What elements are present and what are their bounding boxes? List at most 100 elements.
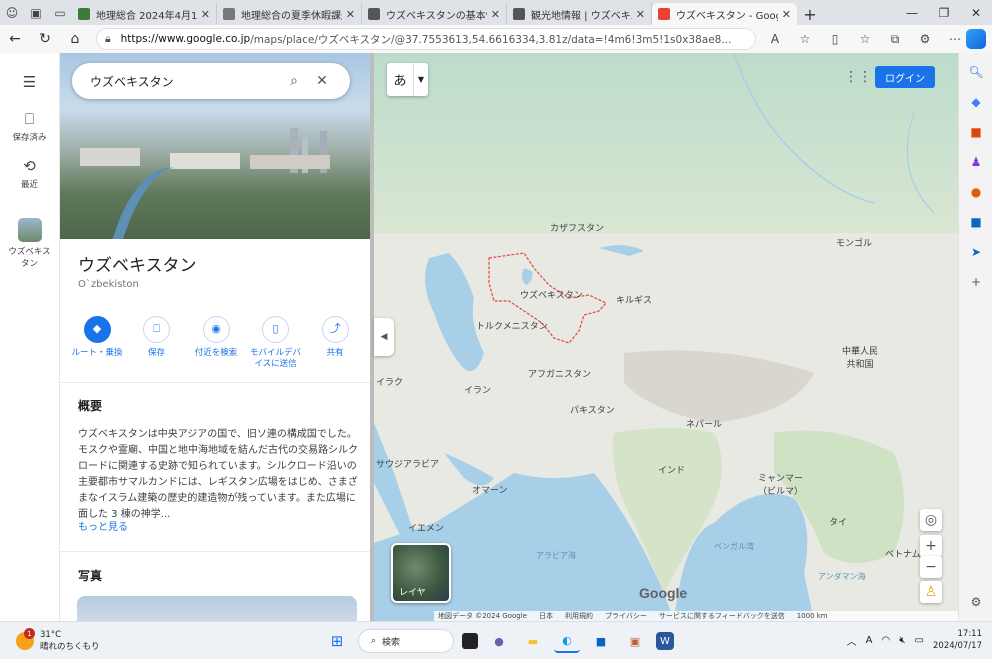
photo-thumbnail[interactable] [77,596,357,621]
close-tab-icon[interactable]: ✕ [636,8,645,21]
address-bar[interactable]: 🔒︎ https://www.google.co.jp/maps/place/ウ… [96,28,756,50]
recent-place-button[interactable]: ウズベキスタン [0,218,59,269]
more-link[interactable]: もっと見る [78,518,128,533]
saved-button[interactable]: ⎕ 保存済み [0,110,59,143]
my-location-button[interactable]: ◎ [920,509,942,531]
search-input[interactable]: ウズベキスタン [90,73,280,90]
office-icon[interactable]: ● [959,177,992,207]
file-explorer-icon[interactable]: ▬ [520,629,546,653]
country-label[interactable]: オマーン [472,483,508,496]
clear-search-icon[interactable]: ✕ [308,73,336,89]
close-tab-icon[interactable]: ✕ [201,8,210,21]
action-directions[interactable]: ◆ ルート・乗換 [68,316,126,370]
login-button[interactable]: ログイン [875,66,935,88]
start-icon[interactable]: ⊞ [324,629,350,653]
collapse-panel-button[interactable]: ◀ [374,318,394,356]
volume-icon[interactable]: 🔇︎ [899,635,905,646]
country-label[interactable]: アフガニスタン [528,367,591,380]
action-send-to-phone[interactable]: ▯ モバイルデバイスに送信 [247,316,305,370]
country-label[interactable]: モンゴル [836,236,872,249]
map-footer-item[interactable]: 利用規約 [565,611,593,621]
new-tab-button[interactable]: + [797,3,823,25]
country-label[interactable]: ベトナム [885,547,921,560]
search-box[interactable]: ウズベキスタン ⌕ ✕ [72,63,350,99]
read-aloud-icon[interactable]: A [760,32,790,46]
store-icon[interactable]: ■ [588,629,614,653]
ime-icon[interactable]: A [866,635,873,646]
task-view-icon[interactable] [462,633,478,649]
country-label[interactable]: イラン [464,383,491,396]
tab-actions-icon[interactable]: ▭ [48,0,72,25]
clock[interactable]: 17:11 2024/07/17 [933,628,982,652]
refresh-button[interactable]: ↻ [30,25,60,53]
profile-icon[interactable]: ☺ [0,0,24,25]
country-label[interactable]: タイ [829,515,847,528]
browser-tab[interactable]: ウズベキスタンの基本情報 ✕ [362,3,507,25]
add-sidebar-icon[interactable]: + [959,267,992,297]
word-icon[interactable]: W [656,632,674,650]
map-footer-item[interactable]: 日本 [539,611,553,621]
layer-switcher[interactable]: レイヤ [391,543,451,603]
country-label[interactable]: ウズベキスタン [520,288,583,301]
edge-icon[interactable]: ◐ [554,629,580,653]
minimize-button[interactable]: — [896,0,928,25]
games-icon[interactable]: ♟ [959,147,992,177]
restore-button[interactable]: ❐ [928,0,960,25]
country-label[interactable]: イエメン [408,521,444,534]
search-icon[interactable]: ⌕ [280,73,308,89]
country-label[interactable]: トルクメニスタン [476,319,548,332]
country-label[interactable]: ミャンマー（ビルマ） [758,471,804,497]
send-icon[interactable]: ➤ [959,237,992,267]
sidebar-settings-icon[interactable]: ⚙ [959,587,992,617]
taskbar-search[interactable]: ⌕ 検索 [358,629,454,653]
map-footer-item[interactable]: プライバシー [605,611,647,621]
home-button[interactable]: ⌂ [60,25,90,53]
app-icon[interactable]: ▣ [622,629,648,653]
country-label[interactable]: インド [658,463,685,476]
country-label[interactable]: キルギス [616,293,652,306]
collections-icon[interactable]: ⧉ [880,32,910,47]
wifi-icon[interactable]: ◠ [882,635,891,646]
close-window-button[interactable]: ✕ [960,0,992,25]
sea-label[interactable]: ベンガル湾 [714,541,754,552]
pegman-icon[interactable]: ♙ [920,581,942,603]
chat-icon[interactable]: ● [486,629,512,653]
browser-tab[interactable]: 観光地情報 | ウズベキスタ ✕ [507,3,652,25]
country-label[interactable]: カザフスタン [550,221,604,234]
battery-icon[interactable]: ▭ [915,635,924,646]
country-label[interactable]: パキスタン [570,403,615,416]
lang-dropdown-icon[interactable]: ▼ [413,63,428,96]
action-bookmark[interactable]: ⎕ 保存 [128,316,186,370]
favorites-icon[interactable]: ☆ [850,32,880,46]
copilot-icon[interactable] [966,29,986,49]
close-tab-icon[interactable]: ✕ [346,8,355,21]
menu-button[interactable]: ☰ [0,73,59,94]
tools-icon[interactable]: ■ [959,117,992,147]
recent-button[interactable]: ⟲ 最近 [0,157,59,190]
extensions-icon[interactable]: ⚙ [910,32,940,46]
sea-label[interactable]: アラビア海 [536,550,576,561]
search-icon[interactable]: 🔍︎ [959,57,992,87]
zoom-out-button[interactable]: − [920,556,942,578]
weather-widget[interactable]: 1 31°C 晴れのちくもり [16,628,100,652]
outlook-icon[interactable]: ■ [959,207,992,237]
input-language-button[interactable]: あ ▼ [387,63,428,96]
map-footer-item[interactable]: サービスに関するフィードバックを送信 [659,611,785,621]
country-label[interactable]: ネパール [686,417,722,430]
close-tab-icon[interactable]: ✕ [491,8,500,21]
action-nearby[interactable]: ◉ 付近を検索 [187,316,245,370]
close-tab-icon[interactable]: ✕ [782,8,791,21]
workspaces-icon[interactable]: ▣ [24,0,48,25]
tray-chevron-icon[interactable]: ︿ [847,633,857,648]
country-label[interactable]: 中華人民共和国 [840,344,880,370]
browser-tab[interactable]: ウズベキスタン - Google ✕ [652,3,797,25]
favorite-star-icon[interactable]: ☆ [790,32,820,46]
browser-tab[interactable]: 地理総合の夏季休暇課題 ✕ [217,3,362,25]
map-canvas[interactable]: カザフスタンモンゴルウズベキスタン キルギストルクメニスタン中華人民共和国イラクイ… [374,53,958,621]
browser-tab[interactable]: 地理総合 2024年4月16 ✕ [72,3,217,25]
shopping-icon[interactable]: ◆ [959,87,992,117]
map-footer-item[interactable]: 1000 km [797,612,828,620]
zoom-in-button[interactable]: + [920,535,942,557]
country-label[interactable]: イラク [376,375,403,388]
back-button[interactable]: ← [0,25,30,53]
